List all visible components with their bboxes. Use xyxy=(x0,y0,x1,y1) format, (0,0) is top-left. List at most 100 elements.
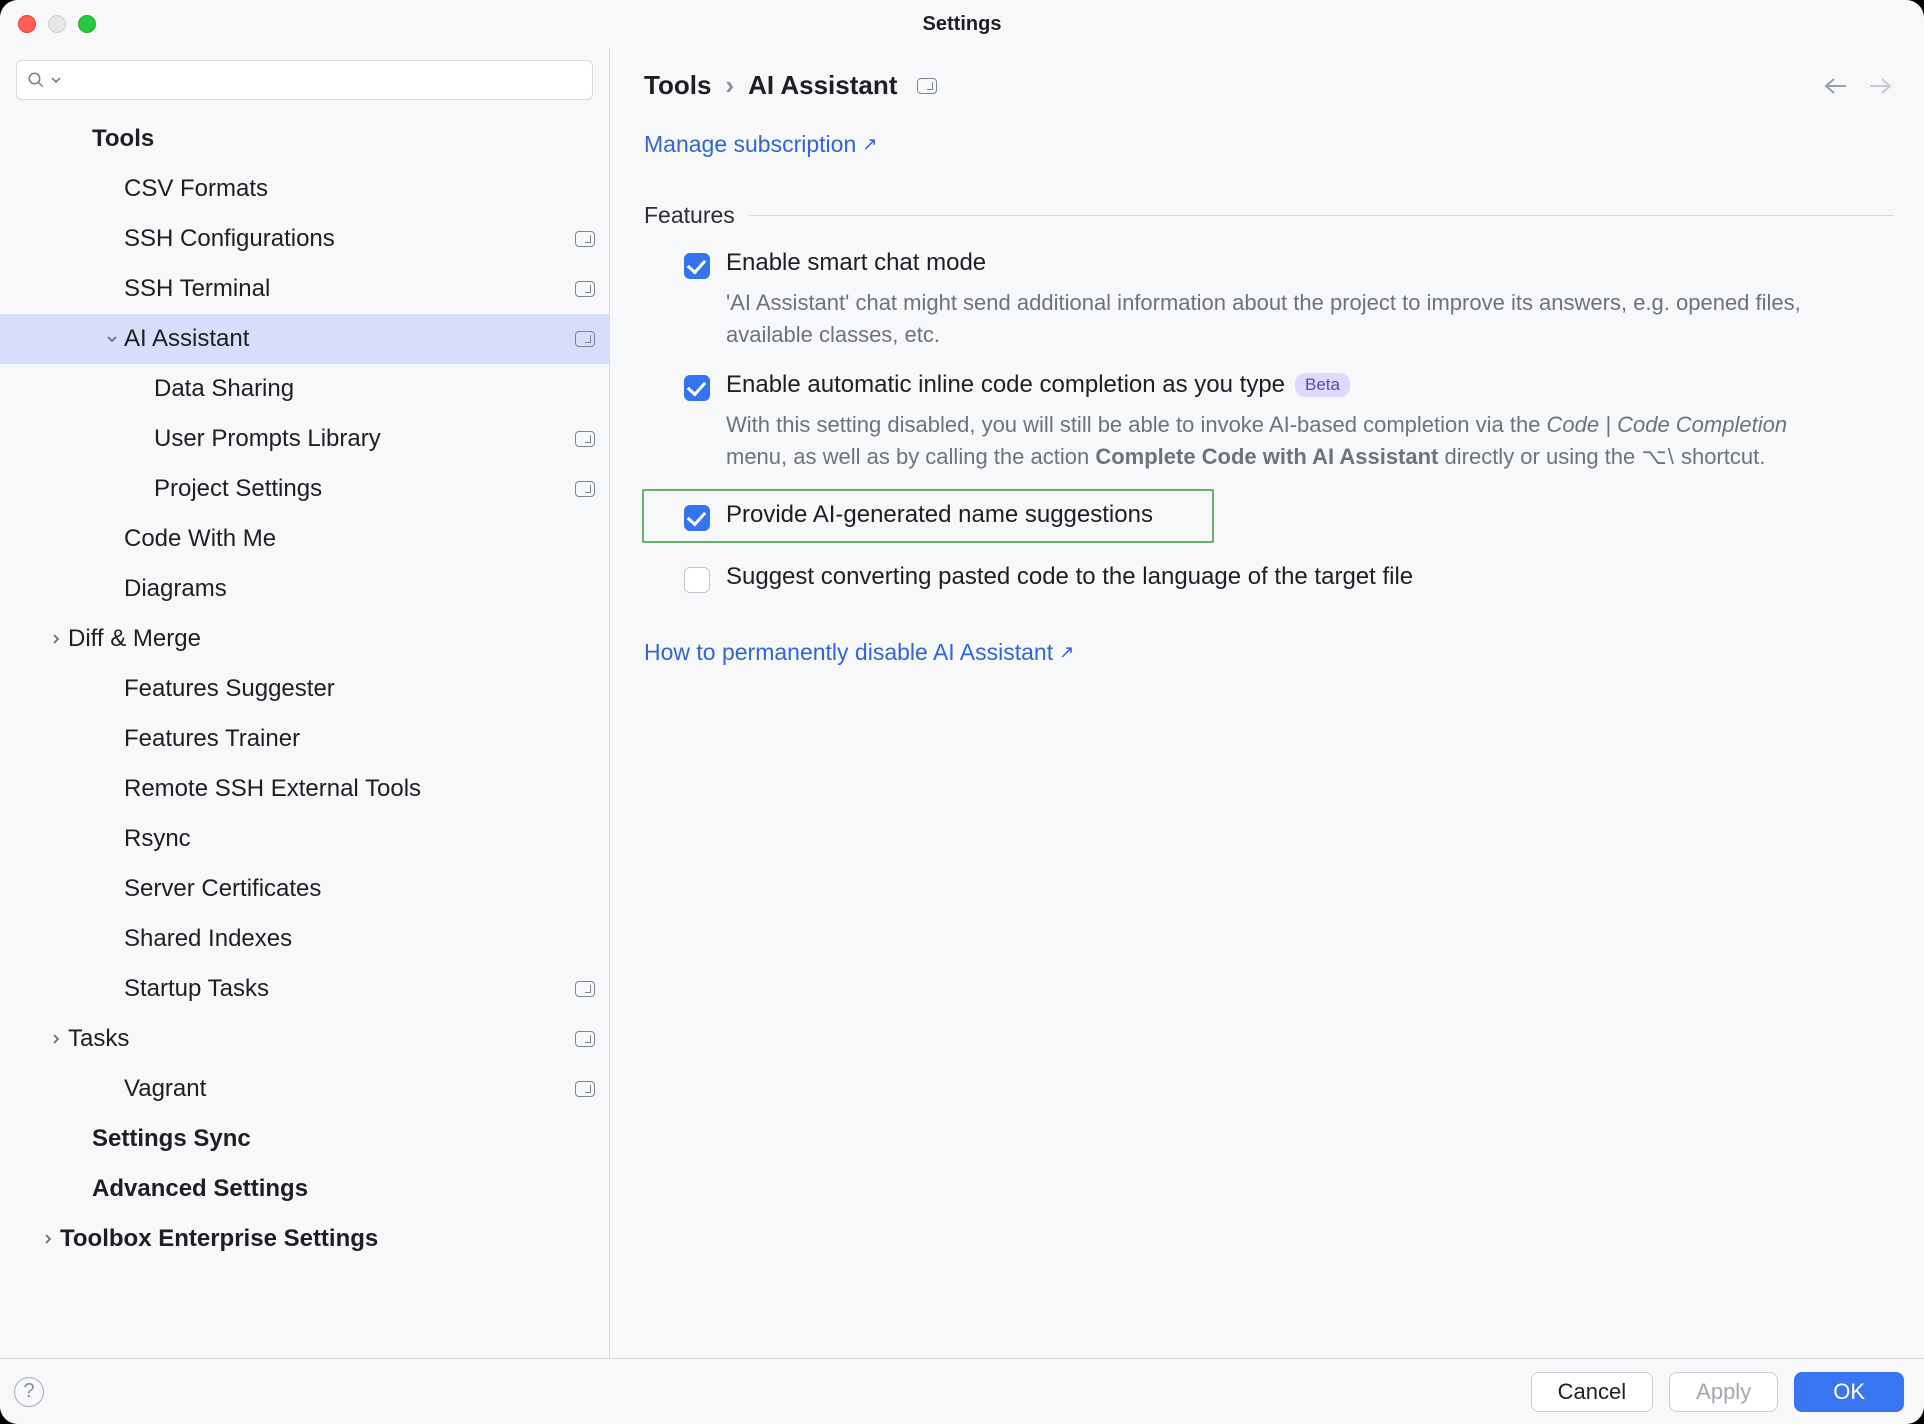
smart-chat-checkbox[interactable] xyxy=(684,253,710,279)
inline-completion-checkbox[interactable] xyxy=(684,375,710,401)
features-section-header: Features xyxy=(644,202,1894,229)
tree-label: SSH Configurations xyxy=(124,227,567,251)
search-wrap xyxy=(0,48,609,114)
tree-label: User Prompts Library xyxy=(154,427,567,451)
tree-label: Features Suggester xyxy=(124,677,595,701)
tree-label: Diagrams xyxy=(124,577,595,601)
tree-item-startup-tasks[interactable]: Startup Tasks xyxy=(0,964,609,1014)
tree-label: Diff & Merge xyxy=(68,627,595,651)
tree-label: Settings Sync xyxy=(92,1127,595,1151)
help-button[interactable]: ? xyxy=(14,1377,44,1407)
tree-section-tools[interactable]: Tools xyxy=(0,114,609,164)
tree-item-toolbox-enterprise[interactable]: Toolbox Enterprise Settings xyxy=(0,1214,609,1264)
tree-label: SSH Terminal xyxy=(124,277,567,301)
tree-label: CSV Formats xyxy=(124,177,595,201)
chevron-right-icon[interactable] xyxy=(36,1232,60,1246)
tree-item-csv-formats[interactable]: CSV Formats xyxy=(0,164,609,214)
back-button[interactable] xyxy=(1822,76,1848,96)
option-title[interactable]: Suggest converting pasted code to the la… xyxy=(726,563,1894,591)
dropdown-icon[interactable] xyxy=(51,75,61,85)
tree-label: Toolbox Enterprise Settings xyxy=(60,1227,595,1251)
tree-label: Tools xyxy=(92,127,595,151)
convert-pasted-checkbox[interactable] xyxy=(684,567,710,593)
apply-button[interactable]: Apply xyxy=(1669,1372,1778,1412)
link-label: How to permanently disable AI Assistant xyxy=(644,639,1053,666)
settings-tree[interactable]: Tools CSV Formats SSH Configurations SSH… xyxy=(0,114,609,1358)
tree-item-features-trainer[interactable]: Features Trainer xyxy=(0,714,609,764)
section-title: Features xyxy=(644,202,735,229)
chevron-right-icon[interactable] xyxy=(44,1032,68,1046)
tree-label: Code With Me xyxy=(124,527,595,551)
link-label: Manage subscription xyxy=(644,131,856,158)
tree-item-user-prompts-library[interactable]: User Prompts Library xyxy=(0,414,609,464)
breadcrumb-root[interactable]: Tools xyxy=(644,70,711,101)
shortcut: ⌥\ xyxy=(1641,444,1674,469)
option-title[interactable]: Enable automatic inline code completion … xyxy=(726,371,1894,399)
scope-icon xyxy=(575,231,595,247)
scope-icon xyxy=(575,281,595,297)
tree-label: Data Sharing xyxy=(154,377,595,401)
tree-item-server-certificates[interactable]: Server Certificates xyxy=(0,864,609,914)
scope-icon xyxy=(575,1081,595,1097)
sidebar: Tools CSV Formats SSH Configurations SSH… xyxy=(0,48,610,1358)
tree-label: Features Trainer xyxy=(124,727,595,751)
tree-item-rsync[interactable]: Rsync xyxy=(0,814,609,864)
tree-item-shared-indexes[interactable]: Shared Indexes xyxy=(0,914,609,964)
tree-item-project-settings[interactable]: Project Settings xyxy=(0,464,609,514)
tree-label: Startup Tasks xyxy=(124,977,567,1001)
chevron-down-icon[interactable] xyxy=(100,332,124,346)
tree-label: Advanced Settings xyxy=(92,1177,595,1201)
settings-window: Settings Tools CSV Formats xyxy=(0,0,1924,1424)
search-icon xyxy=(27,71,45,89)
ok-button[interactable]: OK xyxy=(1794,1372,1904,1412)
option-description: With this setting disabled, you will sti… xyxy=(726,409,1846,473)
tree-item-remote-ssh-external-tools[interactable]: Remote SSH External Tools xyxy=(0,764,609,814)
tree-label: AI Assistant xyxy=(124,327,567,351)
external-link-icon: ↗ xyxy=(1059,642,1074,663)
option-inline-completion: Enable automatic inline code completion … xyxy=(644,371,1894,473)
forward-button[interactable] xyxy=(1868,76,1894,96)
search-input[interactable] xyxy=(67,68,582,93)
tree-label: Server Certificates xyxy=(124,877,595,901)
tree-label: Remote SSH External Tools xyxy=(124,777,595,801)
tree-item-settings-sync[interactable]: Settings Sync xyxy=(0,1114,609,1164)
manage-subscription-link[interactable]: Manage subscription ↗ xyxy=(644,131,877,158)
option-title[interactable]: Provide AI-generated name suggestions xyxy=(726,501,1198,529)
main-panel: Tools › AI Assistant Manage subscrip xyxy=(610,48,1924,1358)
tree-item-diagrams[interactable]: Diagrams xyxy=(0,564,609,614)
tree-item-advanced-settings[interactable]: Advanced Settings xyxy=(0,1164,609,1214)
scope-icon xyxy=(575,431,595,447)
tree-item-ssh-configurations[interactable]: SSH Configurations xyxy=(0,214,609,264)
how-to-disable-link[interactable]: How to permanently disable AI Assistant … xyxy=(644,639,1074,666)
option-title[interactable]: Enable smart chat mode xyxy=(726,249,1894,277)
external-link-icon: ↗ xyxy=(862,134,877,155)
tree-item-ssh-terminal[interactable]: SSH Terminal xyxy=(0,264,609,314)
dialog-footer: ? Cancel Apply OK xyxy=(0,1358,1924,1424)
beta-badge: Beta xyxy=(1295,373,1350,397)
scope-icon xyxy=(575,331,595,347)
window-title: Settings xyxy=(0,13,1924,36)
history-nav xyxy=(1822,76,1894,96)
scope-icon xyxy=(917,78,937,94)
option-convert-pasted: Suggest converting pasted code to the la… xyxy=(644,563,1894,593)
tree-item-data-sharing[interactable]: Data Sharing xyxy=(0,364,609,414)
scope-icon xyxy=(575,481,595,497)
tree-item-tasks[interactable]: Tasks xyxy=(0,1014,609,1064)
option-title-text: Enable automatic inline code completion … xyxy=(726,371,1285,399)
titlebar: Settings xyxy=(0,0,1924,48)
tree-label: Tasks xyxy=(68,1027,567,1051)
scope-icon xyxy=(575,981,595,997)
chevron-right-icon[interactable] xyxy=(44,632,68,646)
tree-item-diff-merge[interactable]: Diff & Merge xyxy=(0,614,609,664)
tree-item-features-suggester[interactable]: Features Suggester xyxy=(0,664,609,714)
cancel-button[interactable]: Cancel xyxy=(1531,1372,1653,1412)
name-suggestions-checkbox[interactable] xyxy=(684,505,710,531)
divider xyxy=(749,215,1894,216)
tree-item-ai-assistant[interactable]: AI Assistant xyxy=(0,314,609,364)
search-field[interactable] xyxy=(16,60,593,100)
tree-item-code-with-me[interactable]: Code With Me xyxy=(0,514,609,564)
tree-label: Rsync xyxy=(124,827,595,851)
tree-label: Project Settings xyxy=(154,477,567,501)
tree-item-vagrant[interactable]: Vagrant xyxy=(0,1064,609,1114)
tree-label: Vagrant xyxy=(124,1077,567,1101)
